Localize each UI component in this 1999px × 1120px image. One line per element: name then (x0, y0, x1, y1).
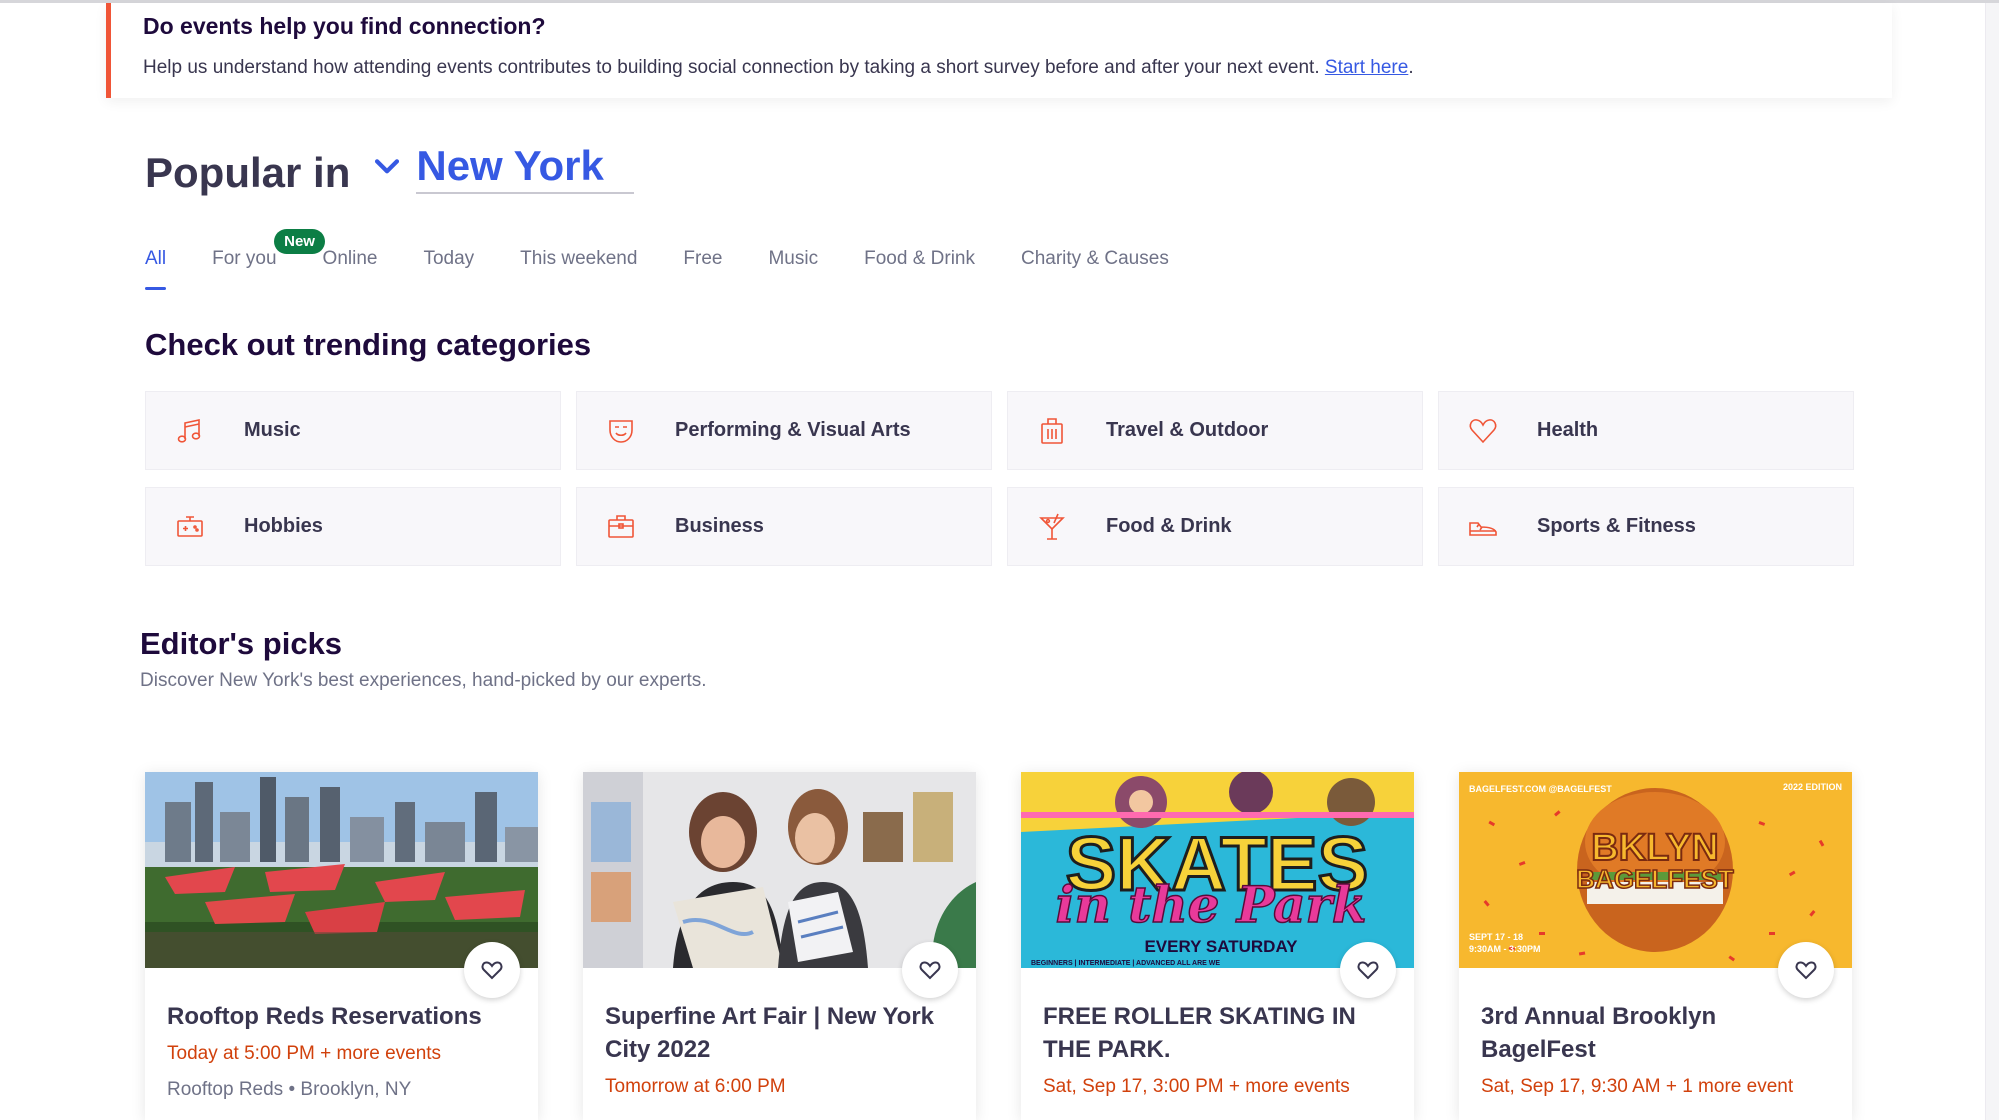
tab-all[interactable]: All (145, 240, 167, 290)
category-business[interactable]: Business (576, 487, 992, 566)
tab-label: Online (322, 248, 378, 269)
briefcase-icon (599, 505, 643, 549)
tab-label: Free (683, 248, 723, 269)
banner-period: . (1408, 57, 1414, 78)
start-here-link[interactable]: Start here (1325, 57, 1408, 78)
heart-icon (1357, 961, 1379, 980)
tab-online[interactable]: Online (323, 240, 378, 290)
heart-icon (919, 961, 941, 980)
tab-this-weekend[interactable]: This weekend (520, 240, 637, 290)
favorite-button[interactable] (1778, 942, 1834, 998)
editors-picks-subtitle: Discover New York's best experiences, ha… (140, 670, 707, 691)
skates-tiny: BEGINNERS | INTERMEDIATE | ADVANCED ALL … (1031, 960, 1220, 967)
event-date: Sat, Sep 17, 3:00 PM + more events (1043, 1076, 1350, 1097)
tab-for-you[interactable]: For you New (212, 229, 325, 290)
category-label: Health (1537, 419, 1599, 441)
popular-in-label: Popular in (145, 149, 351, 196)
tab-label: This weekend (520, 248, 638, 269)
popular-in-header: Popular in New York (145, 138, 634, 208)
tab-music[interactable]: Music (768, 240, 818, 290)
heart-icon (1461, 409, 1505, 453)
banner-body: Help us understand how attending events … (143, 57, 1325, 78)
bagelfest-line2: BAGELFEST (1576, 864, 1734, 894)
category-travel-outdoor[interactable]: Travel & Outdoor (1007, 391, 1423, 470)
bagelfest-corner-left: BAGELFEST.COM @BAGELFEST (1469, 784, 1612, 794)
sneaker-icon (1461, 505, 1505, 549)
new-badge: New (274, 229, 325, 254)
category-grid: Music Performing & Visual Arts Travel & … (145, 391, 1855, 566)
music-note-icon (168, 409, 212, 453)
tab-label: Music (768, 248, 819, 269)
theater-mask-icon (599, 409, 643, 453)
cocktail-icon (1030, 505, 1074, 549)
bagelfest-line1: BKLYN (1591, 827, 1718, 869)
category-label: Music (244, 419, 301, 441)
category-music[interactable]: Music (145, 391, 561, 470)
favorite-button[interactable] (464, 942, 520, 998)
scrollbar[interactable] (1985, 3, 1999, 1120)
category-sports-fitness[interactable]: Sports & Fitness (1438, 487, 1854, 566)
event-card[interactable]: BKLYN BAGELFEST BAGELFEST.COM @BAGELFEST… (1459, 772, 1852, 1120)
game-controller-icon (168, 505, 212, 549)
event-image-bagelfest: BKLYN BAGELFEST BAGELFEST.COM @BAGELFEST… (1459, 772, 1852, 968)
category-label: Hobbies (244, 515, 323, 537)
tab-label: Charity & Causes (1020, 248, 1169, 269)
event-date: Today at 5:00 PM + more events (167, 1043, 442, 1064)
tab-label: Food & Drink (864, 248, 975, 269)
event-title: Rooftop Reds Reservations (167, 1003, 482, 1030)
skates-subline: EVERY SATURDAY (1144, 937, 1298, 956)
banner-text: Help us understand how attending events … (143, 57, 1892, 79)
category-tabs: All For you New Online Today This weekend… (145, 229, 1215, 290)
event-date: Sat, Sep 17, 9:30 AM + 1 more event (1481, 1076, 1794, 1097)
tab-food-drink[interactable]: Food & Drink (864, 240, 975, 290)
event-title: FREE ROLLER SKATING IN THE PARK. (1043, 1003, 1356, 1063)
heart-icon (1795, 961, 1817, 980)
event-cards: Rooftop Reds Reservations Today at 5:00 … (145, 772, 1852, 1120)
bagelfest-hours: 9:30AM - 3:30PM (1469, 944, 1541, 954)
tab-label: All (145, 248, 167, 269)
event-location: Rooftop Reds • Brooklyn, NY (167, 1079, 412, 1100)
tab-label: Today (423, 248, 475, 269)
category-label: Travel & Outdoor (1106, 419, 1269, 441)
heart-icon (481, 961, 503, 980)
category-food-drink[interactable]: Food & Drink (1007, 487, 1423, 566)
trending-title: Check out trending categories (145, 327, 592, 362)
event-image-rooftop (145, 772, 538, 968)
category-label: Business (675, 515, 764, 537)
event-image-art-fair (583, 772, 976, 968)
event-date: Tomorrow at 6:00 PM (605, 1076, 786, 1097)
category-performing-visual-arts[interactable]: Performing & Visual Arts (576, 391, 992, 470)
survey-banner: Do events help you find connection? Help… (106, 3, 1892, 98)
editors-picks-title: Editor's picks (140, 626, 343, 661)
event-title: 3rd Annual Brooklyn BagelFest (1481, 1003, 1717, 1063)
category-hobbies[interactable]: Hobbies (145, 487, 561, 566)
tab-today[interactable]: Today (423, 240, 474, 290)
category-label: Performing & Visual Arts (675, 419, 911, 441)
bagelfest-corner-right: 2022 EDITION (1783, 782, 1842, 792)
location-selector[interactable]: New York (416, 142, 634, 194)
tab-free[interactable]: Free (683, 240, 722, 290)
category-label: Sports & Fitness (1537, 515, 1696, 537)
category-health[interactable]: Health (1438, 391, 1854, 470)
luggage-icon (1030, 409, 1074, 453)
tab-charity-causes[interactable]: Charity & Causes (1021, 240, 1169, 290)
event-image-skates: SKATES in the Park EVERY SATURDAY BEGINN… (1021, 772, 1414, 968)
event-card[interactable]: Superfine Art Fair | New York City 2022 … (583, 772, 976, 1120)
favorite-button[interactable] (902, 942, 958, 998)
skates-script: in the Park (1055, 875, 1366, 934)
favorite-button[interactable] (1340, 942, 1396, 998)
banner-title: Do events help you find connection? (143, 13, 546, 39)
event-card[interactable]: SKATES in the Park EVERY SATURDAY BEGINN… (1021, 772, 1414, 1120)
tab-label: For you (212, 248, 277, 269)
event-card[interactable]: Rooftop Reds Reservations Today at 5:00 … (145, 772, 538, 1120)
chevron-down-icon[interactable] (370, 150, 404, 184)
event-title: Superfine Art Fair | New York City 2022 (605, 1003, 935, 1063)
bagelfest-dates: SEPT 17 - 18 (1469, 932, 1523, 942)
category-label: Food & Drink (1106, 515, 1232, 537)
